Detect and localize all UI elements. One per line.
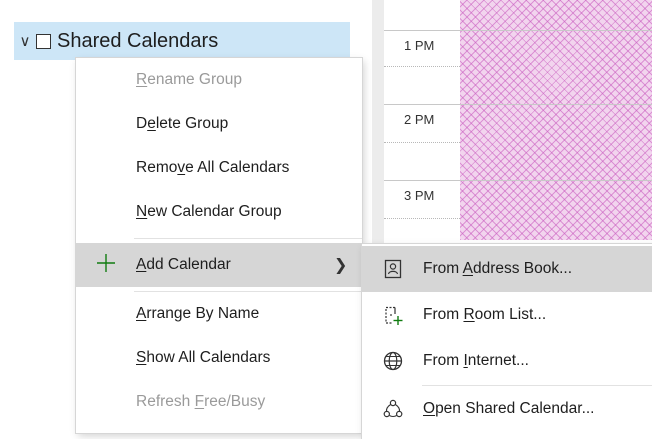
submenu-item-from-room-list[interactable]: From Room List... bbox=[362, 292, 652, 338]
group-context-menu: Rename Group Delete Group Remove All Cal… bbox=[76, 58, 362, 433]
time-label-1pm: 1 PM bbox=[404, 38, 435, 53]
menu-item-add-calendar[interactable]: Add Calendar ❯ bbox=[76, 243, 362, 287]
shared-calendar-icon bbox=[383, 399, 403, 418]
chevron-down-icon[interactable]: ∨ bbox=[16, 32, 34, 50]
submenu-item-from-address-book[interactable]: From Address Book... bbox=[362, 246, 652, 292]
group-checkbox[interactable] bbox=[36, 33, 51, 49]
globe-icon bbox=[383, 351, 403, 371]
busy-time-block[interactable] bbox=[460, 0, 652, 240]
menu-item-arrange-by-name[interactable]: Arrange By Name bbox=[76, 292, 362, 336]
submenu-item-from-internet[interactable]: From Internet... bbox=[362, 338, 652, 384]
time-label-3pm: 3 PM bbox=[404, 188, 435, 203]
menu-item-refresh-free-busy[interactable]: Refresh Free/Busy bbox=[76, 380, 362, 424]
add-calendar-submenu: From Address Book... From Room List... F… bbox=[362, 244, 652, 439]
submenu-item-open-shared-calendar[interactable]: Open Shared Calendar... bbox=[362, 386, 652, 432]
group-label: Shared Calendars bbox=[57, 29, 219, 52]
plus-icon bbox=[97, 254, 115, 272]
menu-item-delete-group[interactable]: Delete Group bbox=[76, 102, 362, 146]
menu-item-show-all-calendars[interactable]: Show All Calendars bbox=[76, 336, 362, 380]
menu-item-remove-all-calendars[interactable]: Remove All Calendars bbox=[76, 146, 362, 190]
menu-item-new-calendar-group[interactable]: New Calendar Group bbox=[76, 190, 362, 234]
shared-calendars-group[interactable]: ∨ Shared Calendars bbox=[14, 22, 350, 60]
address-book-icon bbox=[384, 259, 402, 279]
chevron-right-icon: ❯ bbox=[334, 257, 348, 274]
menu-item-rename-group[interactable]: Rename Group bbox=[76, 58, 362, 102]
room-list-icon bbox=[385, 306, 403, 325]
time-label-2pm: 2 PM bbox=[404, 112, 435, 127]
